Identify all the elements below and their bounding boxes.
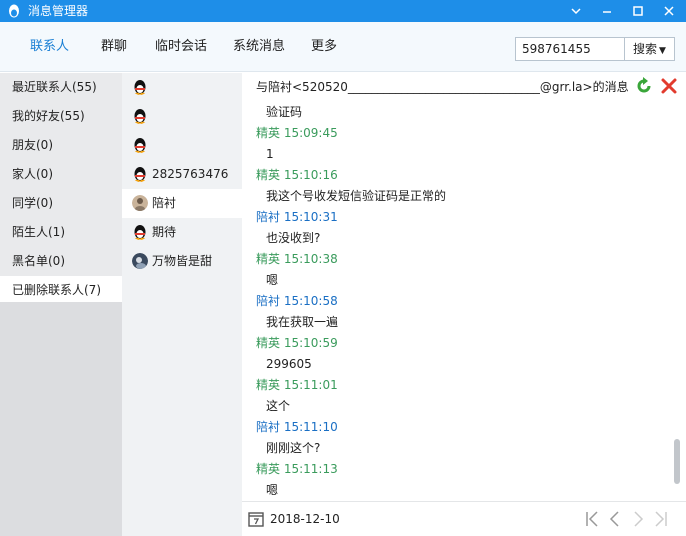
group-item-friends[interactable]: 朋友(0) [0, 131, 122, 160]
group-item-my-friends[interactable]: 我的好友(55) [0, 102, 122, 131]
minimize-button[interactable] [592, 0, 622, 22]
chat-panel: 与陪衬<520520______________________________… [242, 73, 686, 536]
chat-title: 与陪衬<520520______________________________… [256, 80, 629, 94]
message-text: 嗯 [266, 273, 279, 287]
message-text: 我这个号收发短信验证码是正常的 [266, 189, 447, 203]
message-sender-time: 精英 15:11:01 [256, 378, 338, 392]
maximize-icon [633, 6, 643, 16]
previous-page-icon[interactable] [605, 508, 625, 530]
penguin-icon [134, 225, 146, 240]
toolbar: 联系人 群聊 临时会话 系统消息 更多 搜索▼ [0, 22, 686, 72]
contact-name: 陪衬 [152, 196, 177, 210]
contact-item[interactable]: 陪衬 [122, 189, 242, 218]
message-text: 我在获取一遍 [266, 315, 339, 329]
message-sender-time: 精英 15:11:13 [256, 462, 338, 476]
contact-item[interactable] [122, 131, 242, 160]
message-sender-time: 精英 15:10:38 [256, 252, 338, 266]
search-input[interactable] [515, 37, 625, 61]
calendar-icon[interactable] [248, 511, 264, 527]
contact-item[interactable] [122, 73, 242, 102]
close-icon [664, 6, 674, 16]
photo-avatar [132, 195, 148, 211]
first-page-icon[interactable] [582, 508, 602, 530]
tab-contacts[interactable]: 联系人 [30, 22, 69, 72]
message-sender-time: 陪衬 15:10:58 [256, 294, 338, 308]
message-text: 1 [266, 147, 274, 161]
contact-item[interactable]: 2825763476 [122, 160, 242, 189]
message-text: 刚刚这个? [266, 441, 321, 455]
contact-name: 期待 [152, 225, 177, 239]
message-sender-time: 精英 15:09:45 [256, 126, 338, 140]
delete-icon[interactable] [660, 77, 678, 95]
window-title: 消息管理器 [28, 4, 89, 18]
message-text: 嗯 [266, 483, 279, 497]
group-item-deleted[interactable]: 已删除联系人(7) [0, 276, 122, 305]
search-button-label: 搜索 [633, 42, 658, 56]
date-label: 2018-12-10 [270, 512, 340, 526]
contact-item[interactable]: 期待 [122, 218, 242, 247]
chat-header: 与陪衬<520520______________________________… [242, 73, 686, 99]
tab-temp-sessions[interactable]: 临时会话 [155, 22, 207, 72]
scrollbar-thumb[interactable] [674, 439, 680, 484]
chevron-down-icon: ▼ [659, 46, 666, 56]
message-text: 验证码 [266, 105, 303, 119]
photo-avatar [132, 253, 148, 269]
minimize-icon [603, 11, 611, 13]
group-list-empty-area [0, 302, 122, 536]
search-button[interactable]: 搜索 ▼ [625, 37, 675, 61]
chat-footer: 2018-12-10 [242, 501, 686, 536]
penguin-icon [134, 138, 146, 153]
close-button[interactable] [654, 0, 684, 22]
message-sender-time: 陪衬 15:10:31 [256, 210, 338, 224]
message-text: 也没收到? [266, 231, 321, 245]
chevron-down-icon [571, 8, 581, 15]
group-item-recent[interactable]: 最近联系人(55) [0, 73, 122, 102]
message-sender-time: 精英 15:10:59 [256, 336, 338, 350]
penguin-icon [134, 109, 146, 124]
tab-more[interactable]: 更多 [311, 22, 337, 72]
penguin-icon [134, 80, 146, 95]
last-page-icon[interactable] [651, 508, 671, 530]
contact-item[interactable]: 万物皆是甜 [122, 247, 242, 276]
tab-system-messages[interactable]: 系统消息 [233, 22, 285, 72]
message-list[interactable]: 验证码 精英 15:09:45 1 精英 15:10:16 我这个号收发短信验证… [242, 99, 672, 501]
contact-name: 万物皆是甜 [152, 254, 213, 268]
group-item-strangers[interactable]: 陌生人(1) [0, 218, 122, 247]
message-text: 这个 [266, 399, 291, 413]
qq-penguin-icon [9, 4, 19, 18]
tab-group-chats[interactable]: 群聊 [101, 22, 127, 72]
group-list: 最近联系人(55) 我的好友(55) 朋友(0) 家人(0) 同学(0) 陌生人… [0, 73, 122, 536]
contact-name: 2825763476 [152, 167, 229, 181]
next-page-icon[interactable] [628, 508, 648, 530]
group-item-family[interactable]: 家人(0) [0, 160, 122, 189]
title-bar: 消息管理器 [0, 0, 686, 22]
message-sender-time: 陪衬 15:11:10 [256, 420, 338, 434]
message-scrollbar[interactable] [672, 99, 682, 501]
refresh-icon[interactable] [635, 77, 653, 95]
contact-list: 2825763476 陪衬 期待 万物皆是甜 [122, 73, 242, 536]
message-sender-time: 精英 15:10:16 [256, 168, 338, 182]
menu-dropdown-button[interactable] [561, 0, 591, 22]
group-item-classmates[interactable]: 同学(0) [0, 189, 122, 218]
penguin-icon [134, 167, 146, 182]
maximize-button[interactable] [623, 0, 653, 22]
group-item-blacklist[interactable]: 黑名单(0) [0, 247, 122, 276]
contact-item[interactable] [122, 102, 242, 131]
message-text: 299605 [266, 357, 312, 371]
